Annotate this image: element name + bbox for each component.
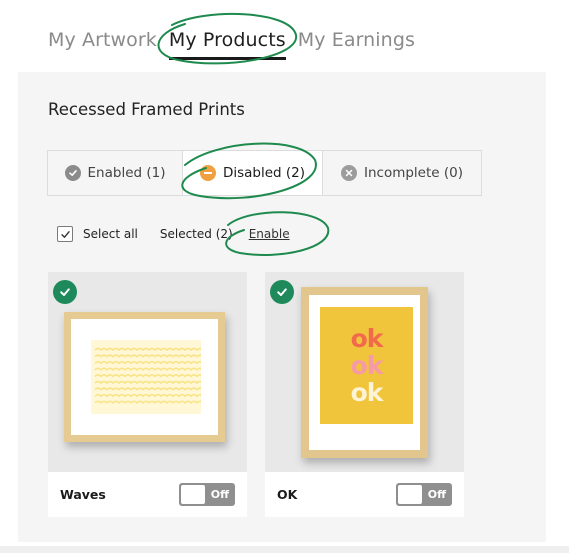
section-title: Recessed Framed Prints	[48, 100, 245, 119]
tab-disabled-label: Disabled (2)	[222, 165, 306, 181]
wave-line	[94, 380, 201, 385]
product-name: Waves	[60, 487, 106, 502]
select-all-label[interactable]: Select all	[83, 227, 138, 241]
checkmark-icon	[60, 230, 70, 238]
wave-line	[94, 354, 201, 358]
product-card-waves[interactable]: Waves Off	[48, 272, 247, 517]
wave-line	[94, 347, 201, 352]
toggle-label: Off	[210, 488, 229, 501]
tab-my-artwork[interactable]: My Artwork	[48, 29, 157, 51]
wave-line	[94, 400, 201, 404]
minus-circle-icon	[199, 165, 216, 181]
tab-incomplete[interactable]: Incomplete (0)	[323, 151, 481, 195]
product-image-ok[interactable]: ok ok ok	[265, 272, 464, 472]
tab-disabled[interactable]: Disabled (2)	[183, 151, 323, 195]
ok-text: ok	[350, 351, 384, 380]
product-image-waves[interactable]	[48, 272, 247, 472]
check-circle-icon	[64, 165, 81, 181]
mat: ok ok ok	[309, 295, 420, 450]
frame-ok: ok ok ok	[301, 287, 428, 458]
tab-enabled[interactable]: Enabled (1)	[48, 151, 183, 195]
ok-text: ok	[350, 378, 384, 407]
product-card-ok[interactable]: ok ok ok OK Off	[265, 272, 464, 517]
ok-artwork: ok ok ok	[320, 307, 413, 424]
product-caption: OK Off	[265, 472, 464, 517]
waves-artwork	[91, 340, 201, 414]
x-circle-icon	[340, 165, 357, 181]
bottom-divider	[0, 546, 569, 553]
select-all-checkbox[interactable]	[57, 226, 73, 242]
wave-line	[94, 387, 201, 391]
tab-incomplete-label: Incomplete (0)	[363, 165, 463, 181]
mat	[71, 319, 218, 435]
enable-link[interactable]: Enable	[249, 227, 290, 241]
wave-line	[94, 360, 201, 365]
tab-my-products[interactable]: My Products	[168, 29, 286, 60]
selected-check-icon[interactable]	[53, 280, 77, 304]
toggle-knob	[181, 485, 205, 504]
tab-my-earnings[interactable]: My Earnings	[298, 29, 415, 51]
toggle-label: Off	[427, 488, 446, 501]
top-nav-tabs: My Artwork My Products My Earnings	[48, 26, 427, 60]
selected-check-icon[interactable]	[270, 280, 294, 304]
product-name: OK	[277, 487, 298, 502]
selected-count: Selected (2)	[159, 227, 233, 241]
wave-line	[94, 374, 201, 378]
wave-line	[94, 367, 201, 371]
products-panel: Recessed Framed Prints Enabled (1) Disab…	[18, 72, 546, 542]
selection-bar: Select all Selected (2) Enable	[57, 225, 290, 243]
product-toggle[interactable]: Off	[179, 483, 235, 506]
wave-line	[94, 393, 201, 398]
frame-waves	[64, 312, 225, 442]
toggle-knob	[398, 485, 422, 504]
product-caption: Waves Off	[48, 472, 247, 517]
state-filter-tabs: Enabled (1) Disabled (2) Incomplete (0)	[47, 150, 482, 196]
product-toggle[interactable]: Off	[396, 483, 452, 506]
tab-enabled-label: Enabled (1)	[87, 165, 166, 181]
ok-text: ok	[350, 324, 384, 353]
